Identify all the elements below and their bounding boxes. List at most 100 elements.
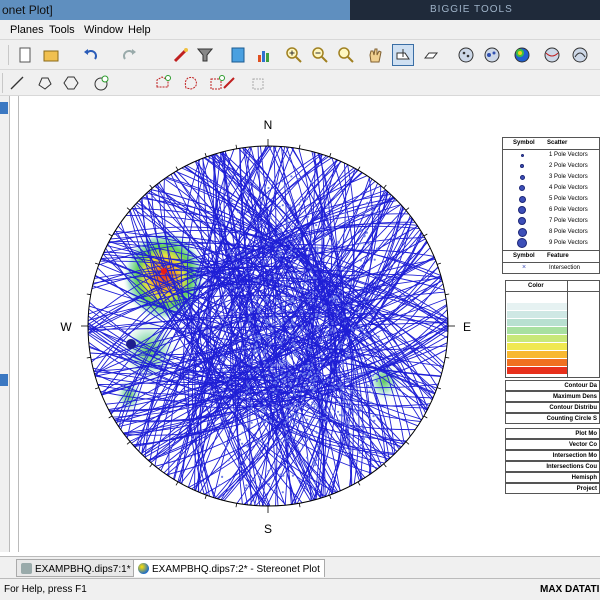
- pole-point: [276, 299, 279, 303]
- chart-icon[interactable]: [253, 44, 275, 66]
- pole-point: [274, 244, 277, 247]
- pole-point: [359, 311, 362, 314]
- pole-point: [306, 418, 309, 421]
- open-icon[interactable]: [40, 44, 62, 66]
- net-tick: [235, 503, 238, 508]
- pole-point: [294, 345, 297, 349]
- tab-stereonet-plot[interactable]: EXAMPBHQ.dips7:2* - Stereonet Plot: [133, 559, 325, 577]
- zoom-in-icon[interactable]: [283, 44, 305, 66]
- menu-help[interactable]: Help: [128, 24, 151, 36]
- pan-hand-icon[interactable]: [364, 44, 386, 66]
- toolbar-separator: [2, 73, 3, 93]
- menu-planes[interactable]: Planes: [10, 24, 44, 36]
- tab-document-1[interactable]: EXAMPBHQ.dips7:1*: [16, 559, 136, 577]
- pole-point: [306, 295, 310, 298]
- panel-tab-marker[interactable]: [0, 102, 8, 114]
- add-window-icon[interactable]: [180, 72, 202, 94]
- pole-point: [294, 306, 297, 309]
- pole-point: [340, 361, 344, 364]
- pole-point: [316, 327, 319, 330]
- pole-point: [237, 232, 240, 235]
- pole-point: [249, 402, 252, 405]
- filter-icon[interactable]: [194, 44, 216, 66]
- pole-point: [321, 361, 324, 364]
- pole-point: [292, 300, 295, 303]
- calculator-icon[interactable]: [227, 44, 249, 66]
- pole-point: [277, 322, 281, 325]
- pole-point: [275, 313, 278, 316]
- legend-row: 3 Pole Vectors: [503, 172, 600, 183]
- major-planes-icon[interactable]: [541, 44, 563, 66]
- line-icon[interactable]: [6, 72, 28, 94]
- pole-point: [250, 421, 253, 424]
- undo-icon[interactable]: [80, 44, 102, 66]
- pole-point: [295, 415, 298, 418]
- tab-label: EXAMPBHQ.dips7:2* - Stereonet Plot: [152, 564, 320, 575]
- redo-icon[interactable]: [118, 44, 140, 66]
- eraser-icon[interactable]: [420, 44, 442, 66]
- pole-point: [346, 379, 349, 382]
- pole-point: [266, 298, 270, 301]
- pole-point: [290, 416, 293, 419]
- pole-point: [328, 406, 331, 409]
- pole-point: [337, 346, 340, 349]
- pole-point: [264, 357, 267, 360]
- pole-point: [312, 291, 315, 294]
- pole-point: [315, 459, 318, 462]
- pole-point: [362, 372, 365, 375]
- pole-point: [254, 337, 257, 340]
- menu-window[interactable]: Window: [84, 24, 123, 36]
- pole-point: [237, 318, 240, 321]
- pole-point: [258, 336, 261, 339]
- pole-point: [338, 419, 341, 422]
- pole-point: [333, 264, 336, 267]
- pole-point: [223, 416, 226, 419]
- menu-tools[interactable]: Tools: [49, 24, 75, 36]
- pole-point: [337, 241, 341, 244]
- pole-point: [303, 284, 307, 287]
- wand-icon[interactable]: [170, 44, 192, 66]
- pole-point: [347, 304, 350, 307]
- pole-point: [315, 431, 318, 434]
- pole-point: [337, 400, 340, 404]
- pole-point: [303, 372, 306, 375]
- pole-point: [287, 374, 290, 377]
- pole-point: [302, 365, 305, 368]
- panel-tab-marker[interactable]: [0, 374, 8, 386]
- add-set-icon[interactable]: [152, 72, 174, 94]
- cone-icon[interactable]: [90, 72, 112, 94]
- intersections-icon[interactable]: [569, 44, 591, 66]
- contour-plot-icon[interactable]: [511, 44, 533, 66]
- pole-point: [261, 378, 264, 381]
- banner-text: BIGGIE TOOLS: [430, 4, 513, 15]
- delete-window-icon[interactable]: [248, 72, 270, 94]
- pole-point: [357, 334, 360, 337]
- pole-point: [307, 246, 310, 249]
- hexagon-icon[interactable]: [60, 72, 82, 94]
- pole-point: [370, 401, 373, 404]
- legend-row: 8 Pole Vectors: [503, 227, 600, 238]
- pole-point: [287, 275, 290, 278]
- pole-point: [371, 210, 375, 213]
- zoom-out-icon[interactable]: [309, 44, 331, 66]
- pole-point: [286, 296, 289, 299]
- zoom-extents-icon[interactable]: [335, 44, 357, 66]
- pole-point: [283, 184, 286, 187]
- select-plane-icon[interactable]: [392, 44, 414, 66]
- pole-point: [311, 320, 314, 323]
- pole-point: [254, 345, 257, 348]
- new-icon[interactable]: [14, 44, 36, 66]
- pole-plot-icon[interactable]: [455, 44, 477, 66]
- pole-point: [263, 334, 266, 337]
- pole-point: [268, 343, 271, 346]
- pole-point: [284, 318, 287, 322]
- pole-point: [276, 379, 280, 382]
- scatter-plot-icon[interactable]: [481, 44, 503, 66]
- pole-point: [279, 228, 282, 231]
- edit-window-icon[interactable]: [218, 72, 240, 94]
- pole-point: [324, 305, 328, 308]
- polyline-icon[interactable]: [34, 72, 56, 94]
- pole-point: [292, 206, 295, 209]
- pole-point: [260, 306, 263, 309]
- pole-point: [330, 329, 333, 332]
